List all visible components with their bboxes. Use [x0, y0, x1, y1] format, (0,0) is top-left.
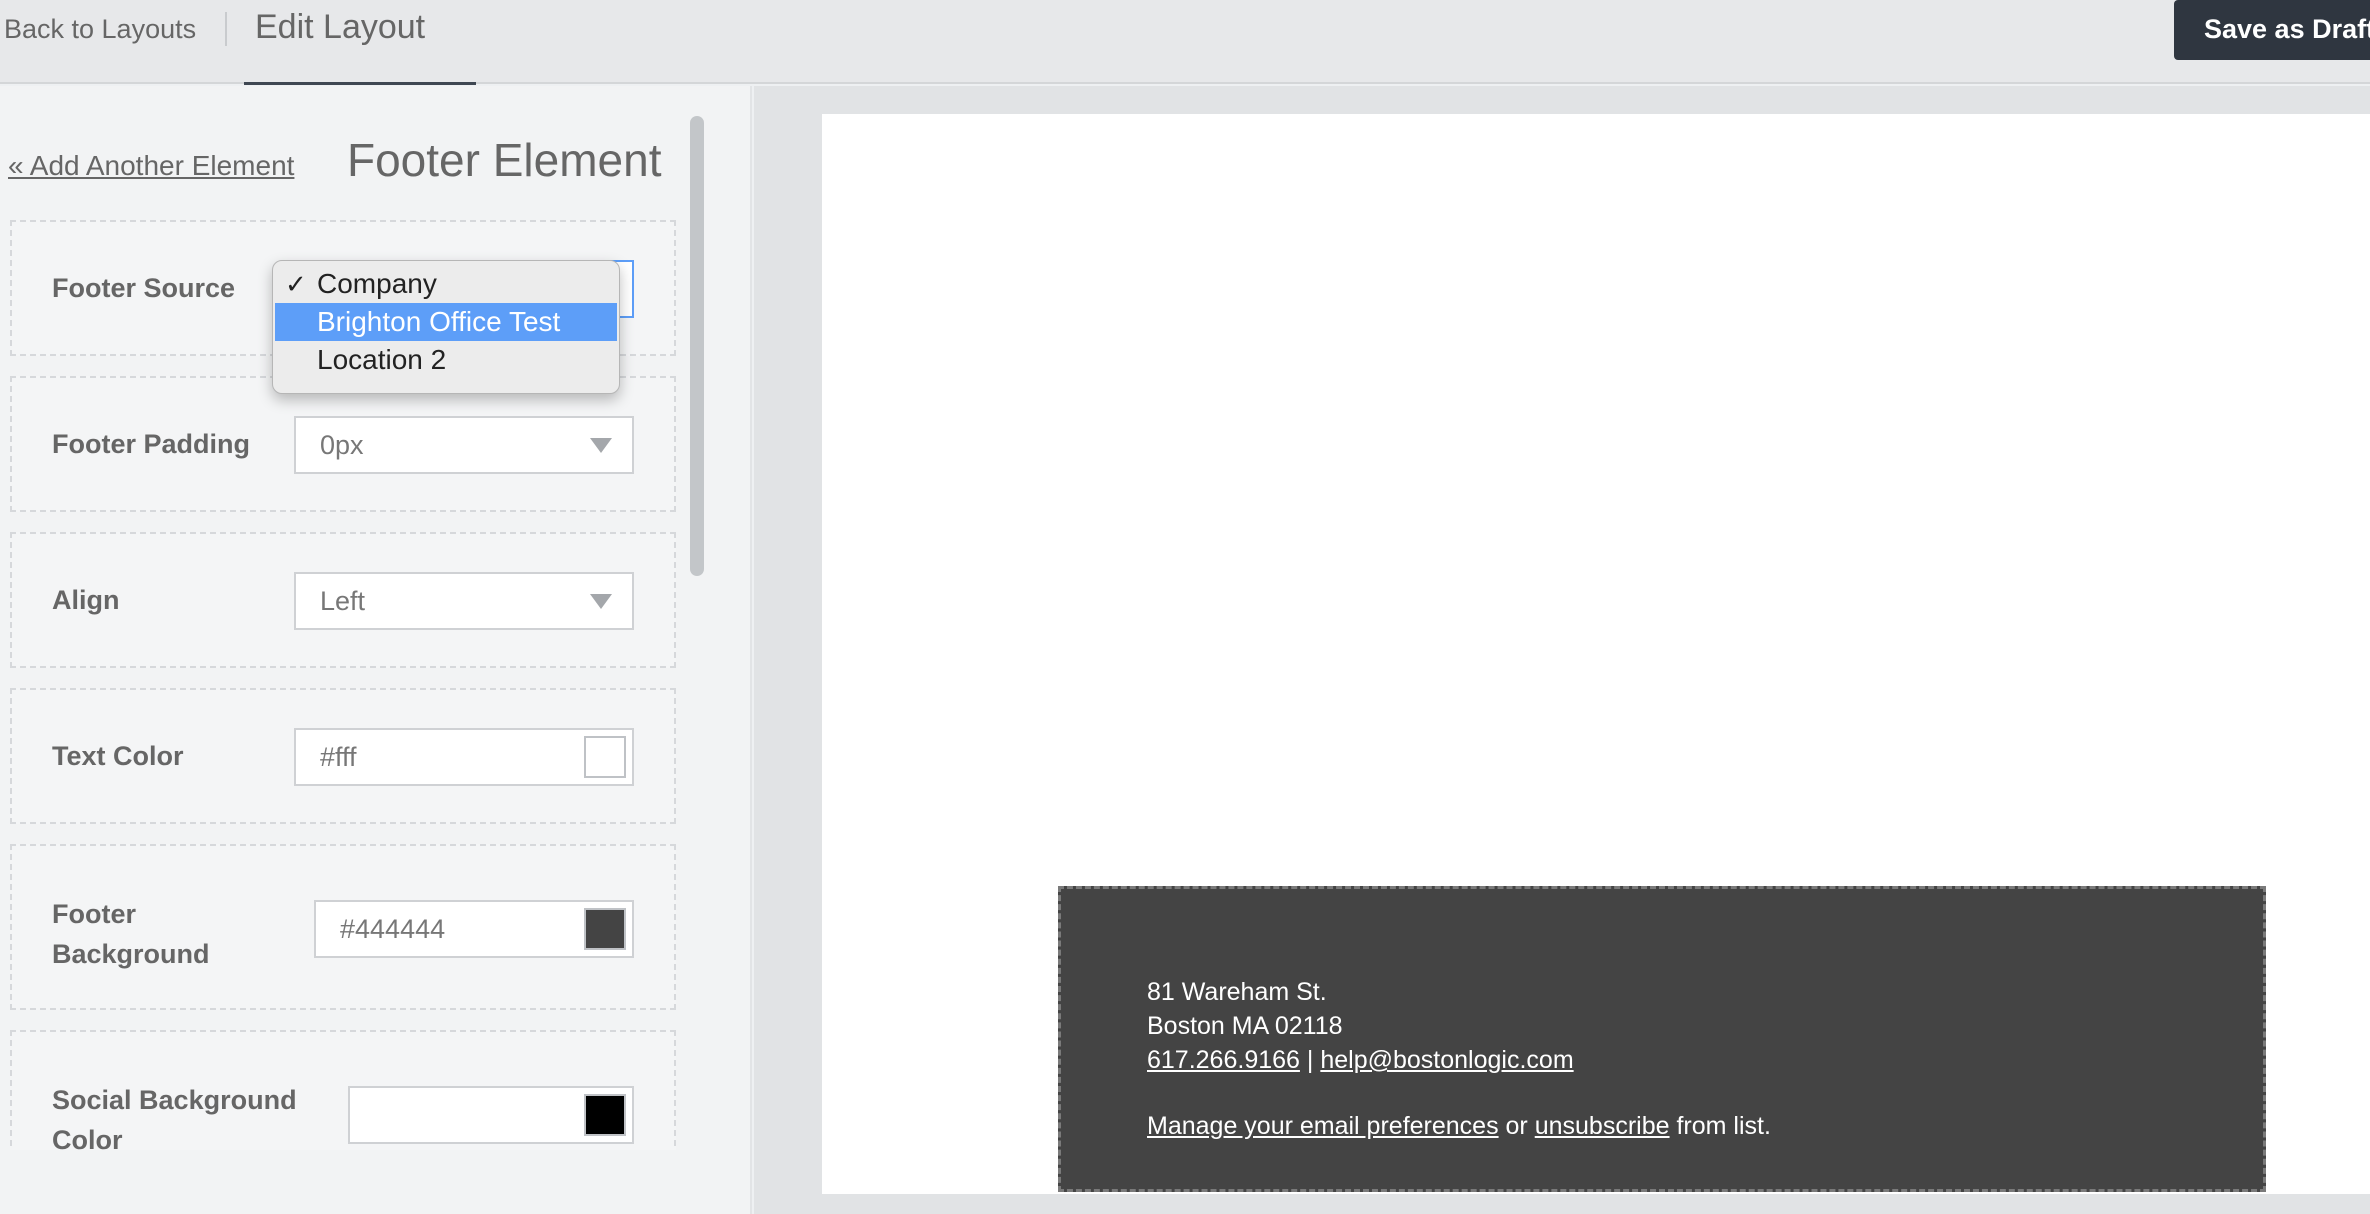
sidebar-scroll-content: « Add Another Element Footer Element Foo…: [0, 86, 690, 1150]
dropdown-option-label: Brighton Office Test: [317, 306, 561, 337]
text-color-field: Text Color #fff: [10, 688, 676, 824]
manage-preferences-link[interactable]: Manage your email preferences: [1147, 1112, 1499, 1140]
chevron-down-icon: [590, 594, 612, 609]
footer-background-swatch[interactable]: [584, 908, 626, 950]
footer-background-value: #444444: [340, 914, 446, 944]
text-color-swatch[interactable]: [584, 736, 626, 778]
social-background-input[interactable]: [348, 1086, 634, 1144]
header-divider: [225, 12, 227, 46]
save-as-draft-button[interactable]: Save as Draft: [2174, 0, 2370, 60]
sidebar-scrollbar-thumb[interactable]: [690, 116, 704, 576]
chevron-down-icon: [590, 438, 612, 453]
footer-source-label: Footer Source: [52, 273, 236, 303]
footer-background-input[interactable]: #444444: [314, 900, 634, 958]
footer-email-link[interactable]: help@bostonlogic.com: [1320, 1046, 1573, 1074]
footer-background-label-line2: Background: [52, 939, 210, 969]
dropdown-option-location-2[interactable]: Location 2: [275, 341, 617, 379]
align-label: Align: [52, 585, 120, 615]
footer-element-preview[interactable]: 81 Wareham St. Boston MA 02118 617.266.9…: [1058, 886, 2266, 1192]
text-color-input[interactable]: #fff: [294, 728, 634, 786]
align-field: Align Left: [10, 532, 676, 668]
dropdown-option-label: Company: [317, 268, 437, 299]
footer-padding-field: Footer Padding 0px: [10, 376, 676, 512]
page-title: Edit Layout: [255, 8, 426, 46]
footer-manage-line: Manage your email preferences or unsubsc…: [1147, 1109, 1771, 1143]
social-background-label-line2: Color: [52, 1125, 123, 1150]
footer-padding-select[interactable]: 0px: [294, 416, 634, 474]
back-to-layouts-link[interactable]: Back to Layouts: [4, 12, 196, 46]
top-header: Back to Layouts Edit Layout Save as Draf…: [0, 0, 2370, 85]
align-value: Left: [320, 586, 366, 616]
active-tab-indicator: [244, 82, 476, 85]
email-preview-page: 81 Wareham St. Boston MA 02118 617.266.9…: [822, 114, 2370, 1194]
footer-phone-link[interactable]: 617.266.9166: [1147, 1046, 1300, 1074]
text-color-label: Text Color: [52, 741, 184, 771]
dropdown-option-label: Location 2: [317, 344, 447, 375]
footer-separator: |: [1306, 1046, 1314, 1074]
element-settings-sidebar: « Add Another Element Footer Element Foo…: [0, 86, 752, 1214]
unsubscribe-link[interactable]: unsubscribe: [1535, 1112, 1670, 1140]
footer-source-dropdown-menu[interactable]: ✓ Company Brighton Office Test Location …: [272, 260, 620, 394]
dropdown-option-brighton-office-test[interactable]: Brighton Office Test: [275, 303, 617, 341]
footer-padding-label: Footer Padding: [52, 429, 250, 459]
social-background-field: Social Background Color: [10, 1030, 676, 1150]
footer-background-field: Footer Background #444444: [10, 844, 676, 1010]
footer-address-line2: Boston MA 02118: [1147, 1012, 1343, 1040]
social-background-label-line1: Social Background: [52, 1085, 297, 1115]
footer-address-line1: 81 Wareham St.: [1147, 978, 1327, 1006]
footer-background-label-line1: Footer: [52, 899, 136, 929]
align-select[interactable]: Left: [294, 572, 634, 630]
footer-padding-value: 0px: [320, 430, 364, 460]
sidebar-scrollbar[interactable]: [686, 112, 708, 1152]
footer-from-list-text: from list.: [1676, 1112, 1771, 1140]
layout-preview-area: 81 Wareham St. Boston MA 02118 617.266.9…: [754, 86, 2370, 1214]
add-another-element-link[interactable]: « Add Another Element: [8, 148, 294, 184]
checkmark-icon: ✓: [285, 269, 307, 299]
social-background-swatch[interactable]: [584, 1094, 626, 1136]
dropdown-option-company[interactable]: ✓ Company: [275, 265, 617, 303]
footer-contact-line: 617.266.9166 | help@bostonlogic.com: [1147, 1043, 1574, 1077]
footer-or-text: or: [1505, 1112, 1528, 1140]
text-color-value: #fff: [320, 742, 357, 772]
panel-title: Footer Element: [347, 134, 662, 186]
